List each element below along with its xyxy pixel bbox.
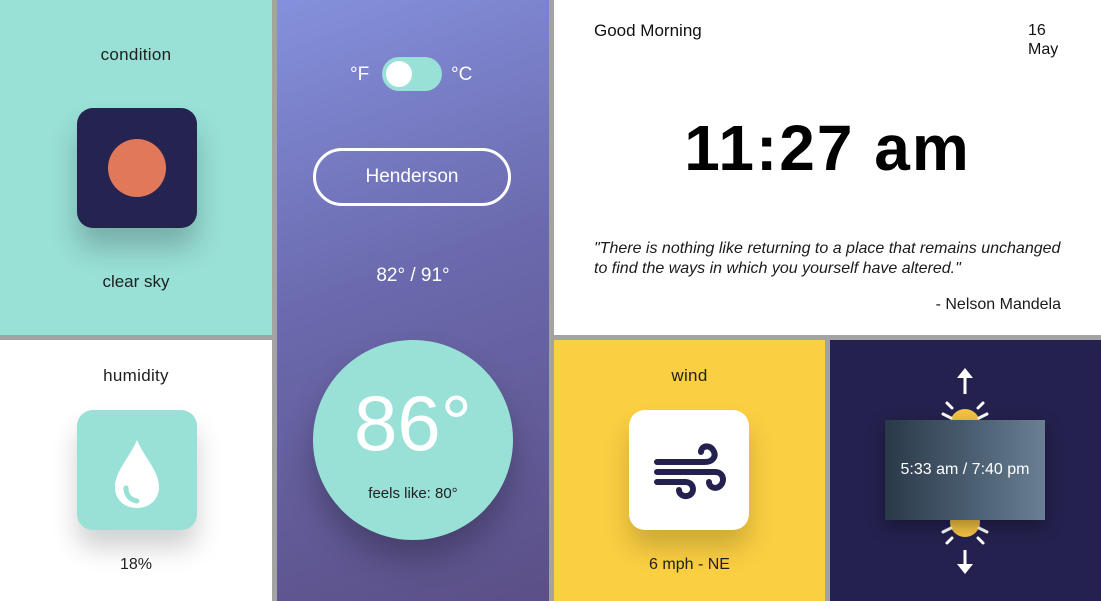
wind-title: wind: [671, 366, 708, 385]
temperature-range: 82° / 91°: [376, 265, 450, 286]
condition-title: condition: [100, 45, 172, 64]
current-temperature: 86°: [354, 379, 472, 467]
date: 16 May: [1028, 21, 1058, 59]
quote-text: "There is nothing like returning to a pl…: [594, 240, 1061, 277]
water-drop-icon: [115, 440, 159, 508]
sun-times-card: 5:33 am / 7:40 pm: [885, 420, 1045, 520]
quote-author: - Nelson Mandela: [935, 296, 1061, 313]
toggle-knob[interactable]: [386, 61, 412, 87]
temperature-panel: °F °C Henderson 82° / 91° 86° feels like…: [277, 0, 549, 601]
condition-icon-tile: [77, 108, 197, 228]
current-temperature-circle: 86° feels like: 80°: [313, 340, 513, 540]
condition-panel: condition clear sky: [0, 0, 272, 335]
celsius-label: °C: [451, 64, 473, 85]
greeting: Good Morning: [594, 21, 702, 40]
humidity-title: humidity: [103, 366, 169, 385]
wind-icon-tile: [629, 410, 749, 530]
date-day: 16: [1028, 22, 1046, 39]
wind-panel: wind 6 mph - NE: [554, 340, 825, 601]
greeting-panel: Good Morning 16 May 11:27 am "There is n…: [554, 0, 1101, 335]
sun-times-text: 5:33 am / 7:40 pm: [900, 461, 1030, 478]
sun-icon: [108, 139, 166, 197]
wind-icon: [654, 443, 726, 500]
humidity-panel: humidity 18%: [0, 340, 272, 601]
unit-toggle[interactable]: [382, 57, 442, 91]
humidity-icon-tile: [77, 410, 197, 530]
condition-text: clear sky: [102, 272, 170, 291]
humidity-value: 18%: [119, 556, 153, 573]
clock: 11:27 am: [684, 112, 971, 184]
sun-times-panel: 5:33 am / 7:40 pm: [830, 340, 1101, 601]
date-month: May: [1028, 41, 1059, 58]
wind-value: 6 mph - NE: [649, 556, 730, 573]
feels-like: feels like: 80°: [368, 485, 458, 502]
city-button[interactable]: Henderson: [313, 148, 511, 206]
fahrenheit-label: °F: [350, 64, 370, 85]
